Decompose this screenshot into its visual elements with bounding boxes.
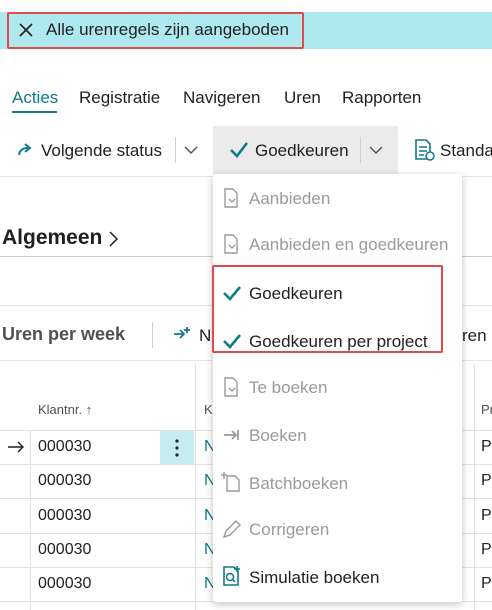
chevron-down-icon[interactable] [369,145,383,155]
menu-item-batchboeken[interactable]: Batchboeken [213,466,462,500]
document-arrow-icon [224,377,238,397]
menu-item-label: Aanbieden [249,189,331,208]
column-header-klantnr[interactable]: Klantnr. ↑ [38,402,92,417]
document-arrow-icon [224,188,238,208]
menu-item-simulatie-boeken[interactable]: Simulatie boeken [213,561,462,595]
cell-p[interactable]: P [481,472,492,490]
menu-item-te-boeken[interactable]: Te boeken [213,371,462,405]
cell-klantnr[interactable]: 000030 [38,472,91,490]
column-header-k[interactable]: K [204,402,213,417]
cell-p[interactable]: P [481,575,492,593]
toolbar-divider [152,322,153,348]
goedkeuren-dropdown-menu: Aanbieden Aanbieden en goedkeuren Goedke… [213,174,462,602]
batch-post-icon [221,472,240,492]
subpage-action-ren[interactable]: ren [462,326,487,346]
chevron-down-icon[interactable] [184,145,198,155]
volgende-status-button[interactable]: Volgende status [41,141,162,161]
cell-p[interactable]: P [481,507,492,525]
tab-registratie[interactable]: Registratie [79,88,160,108]
cell-p[interactable]: P [481,438,492,456]
current-row-arrow-icon [8,441,24,453]
menu-item-aanbieden[interactable]: Aanbieden [213,182,462,216]
cell-p[interactable]: P [481,541,492,559]
notification-highlight [7,12,304,49]
forward-arrow-icon [18,143,32,156]
header-divider [195,364,196,430]
section-title-algemeen[interactable]: Algemeen [2,226,102,250]
menu-item-corrigeren[interactable]: Corrigeren [213,513,462,547]
subpage-action-n[interactable]: N [199,326,211,346]
column-header-pr[interactable]: Pr [481,402,492,417]
new-line-icon [174,327,190,339]
menu-item-label: Boeken [249,426,307,445]
cell-klantnr[interactable]: 000030 [38,541,91,559]
toolbar-divider [360,137,361,163]
cell-klantnr[interactable]: 000030 [38,507,91,525]
document-arrow-icon [224,234,238,254]
subpage-title: Uren per week [2,324,126,344]
tab-rapporten[interactable]: Rapporten [342,88,421,108]
menu-highlight [212,265,443,353]
menu-item-label: Corrigeren [249,520,330,539]
cell-klantnr[interactable]: 000030 [38,575,91,593]
pencil-icon [222,520,241,539]
menu-item-label: Aanbieden en goedkeuren [249,235,449,254]
menu-item-aanbieden-en-goedkeuren[interactable]: Aanbieden en goedkeuren [213,228,462,262]
standaard-button[interactable]: Standa [440,141,492,161]
toolbar-divider [175,137,176,163]
grid-col-line [474,430,475,610]
active-tab-underline [12,111,57,113]
chevron-right-icon[interactable] [107,229,119,249]
tab-navigeren[interactable]: Navigeren [183,88,261,108]
menu-item-boeken[interactable]: Boeken [213,418,462,452]
tab-uren[interactable]: Uren [284,88,321,108]
grid-col-line [195,430,196,610]
header-divider [474,364,475,430]
menu-item-label: Simulatie boeken [249,568,380,587]
goedkeuren-label: Goedkeuren [255,141,349,160]
grid-col-line [30,430,31,610]
more-options-icon[interactable] [173,438,181,458]
menu-item-label: Batchboeken [249,474,349,493]
menu-item-label: Te boeken [249,378,328,397]
standard-document-icon [415,139,435,161]
post-icon [224,430,239,440]
checkmark-icon [230,142,249,158]
simulate-post-icon [223,566,240,586]
tab-acties[interactable]: Acties [12,88,58,108]
cell-klantnr[interactable]: 000030 [38,438,91,456]
